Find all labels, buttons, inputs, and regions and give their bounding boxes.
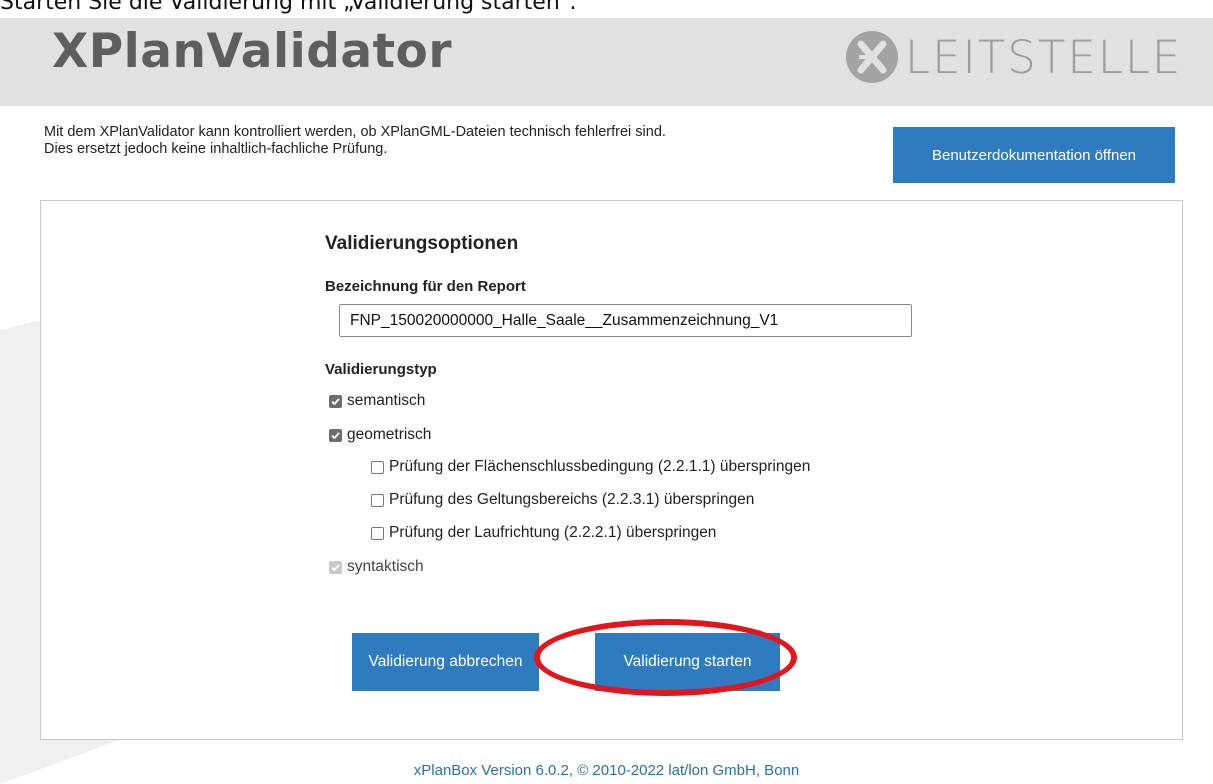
validation-options-panel: Validierungsoptionen Bezeichnung für den… [40,200,1183,740]
check-icon [331,431,340,439]
leitstelle-logo: LEITSTELLE [845,28,1182,86]
skip-laufrichtung-checkbox[interactable] [371,526,384,540]
check-icon [331,563,340,571]
skip-geltungsbereich-label: Prüfung des Geltungsbereichs (2.2.3.1) ü… [389,491,755,508]
open-documentation-button[interactable]: Benutzerdokumentation öffnen [893,127,1175,183]
skip-flaechenschluss-label: Prüfung der Flächenschlussbedingung (2.2… [389,458,811,475]
semantic-option[interactable]: semantisch [329,392,425,410]
report-name-label: Bezeichnung für den Report [325,278,526,295]
validation-options-title: Validierungsoptionen [325,233,519,254]
geometric-option[interactable]: geometrisch [329,426,431,444]
footer-version-text: xPlanBox Version 6.0.2, © 2010-2022 lat/… [413,762,800,779]
leitstelle-x-logo-icon [846,31,898,83]
syntactic-label: syntaktisch [347,558,424,575]
syntactic-checkbox [329,560,342,574]
app-title: XPlanValidator [52,24,453,79]
start-validation-button[interactable]: Validierung starten [595,633,780,691]
syntactic-option: syntaktisch [329,558,424,576]
geometric-checkbox[interactable] [329,428,342,442]
report-name-input[interactable] [339,304,912,337]
skip-laufrichtung-label: Prüfung der Laufrichtung (2.2.2.1) übers… [389,524,717,541]
skip-laufrichtung-option[interactable]: Prüfung der Laufrichtung (2.2.2.1) übers… [371,524,716,542]
skip-geltungsbereich-checkbox[interactable] [371,493,384,507]
validation-type-label: Validierungstyp [325,361,437,378]
cancel-validation-button[interactable]: Validierung abbrechen [352,633,539,691]
skip-geltungsbereich-option[interactable]: Prüfung des Geltungsbereichs (2.2.3.1) ü… [371,491,754,509]
semantic-checkbox[interactable] [329,394,342,408]
instruction-caption: Starten Sie die Validierung mit „Validie… [0,0,577,15]
app-header: XPlanValidator LEITSTELLE [0,18,1213,106]
intro-line-1: Mit dem XPlanValidator kann kontrolliert… [44,124,666,140]
intro-text: Mit dem XPlanValidator kann kontrolliert… [44,124,666,158]
intro-line-2: Dies ersetzt jedoch keine inhaltlich-fac… [44,141,388,157]
logo-text: LEITSTELLE [905,30,1183,84]
skip-flaechenschluss-checkbox[interactable] [371,460,384,474]
semantic-label: semantisch [347,392,426,409]
geometric-label: geometrisch [347,426,432,443]
skip-flaechenschluss-option[interactable]: Prüfung der Flächenschlussbedingung (2.2… [371,458,810,476]
check-icon [331,397,340,405]
